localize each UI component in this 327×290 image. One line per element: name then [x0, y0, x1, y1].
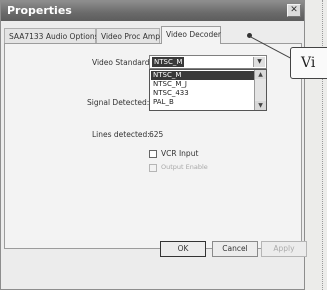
lines-detected-label: Lines detected:	[92, 130, 150, 139]
output-enable-checkbox[interactable]	[149, 164, 157, 172]
video-standard-value: NTSC_M	[152, 57, 185, 67]
dropdown-option[interactable]: NTSC_M	[151, 71, 255, 80]
dropdown-option[interactable]: NTSC_433	[151, 89, 255, 98]
dropdown-scrollbar[interactable]: ▲ ▼	[254, 70, 266, 110]
page: Properties ✕ SAA7133 Audio Options Video…	[0, 0, 327, 290]
tab-video-proc-amp[interactable]: Video Proc Amp	[96, 28, 160, 43]
callout-bubble: Vi	[290, 47, 327, 79]
tab-audio-options[interactable]: SAA7133 Audio Options	[4, 28, 98, 43]
properties-dialog: Properties ✕ SAA7133 Audio Options Video…	[0, 0, 307, 290]
callout-text: Vi	[301, 55, 316, 71]
chevron-down-icon[interactable]: ▼	[255, 101, 266, 110]
chevron-down-icon[interactable]: ▼	[253, 57, 265, 67]
apply-button[interactable]: Apply	[261, 241, 307, 257]
cancel-button[interactable]: Cancel	[212, 241, 258, 257]
close-icon[interactable]: ✕	[287, 4, 301, 17]
video-standard-dropdown: NTSC_M NTSC_M_J NTSC_433 PAL_B ▲ ▼	[149, 69, 267, 111]
title-bar[interactable]: Properties ✕	[1, 1, 304, 21]
tab-video-decoder[interactable]: Video Decoder	[161, 26, 221, 44]
ok-button[interactable]: OK	[160, 241, 206, 257]
dropdown-option[interactable]: NTSC_M_J	[151, 80, 255, 89]
lines-detected-value: 625	[149, 130, 164, 139]
vcr-input-checkbox[interactable]	[149, 150, 157, 158]
dialog-title: Properties	[7, 4, 72, 17]
chevron-up-icon[interactable]: ▲	[255, 70, 266, 79]
signal-detected-label: Signal Detected:	[87, 98, 150, 107]
vcr-input-label: VCR Input	[161, 149, 199, 158]
video-standard-select[interactable]: NTSC_M ▼	[149, 55, 267, 69]
dropdown-option[interactable]: PAL_B	[151, 98, 255, 107]
page-margin-rule	[322, 0, 323, 290]
video-standard-label: Video Standard:	[92, 58, 153, 67]
output-enable-label: Output Enable	[161, 163, 208, 171]
